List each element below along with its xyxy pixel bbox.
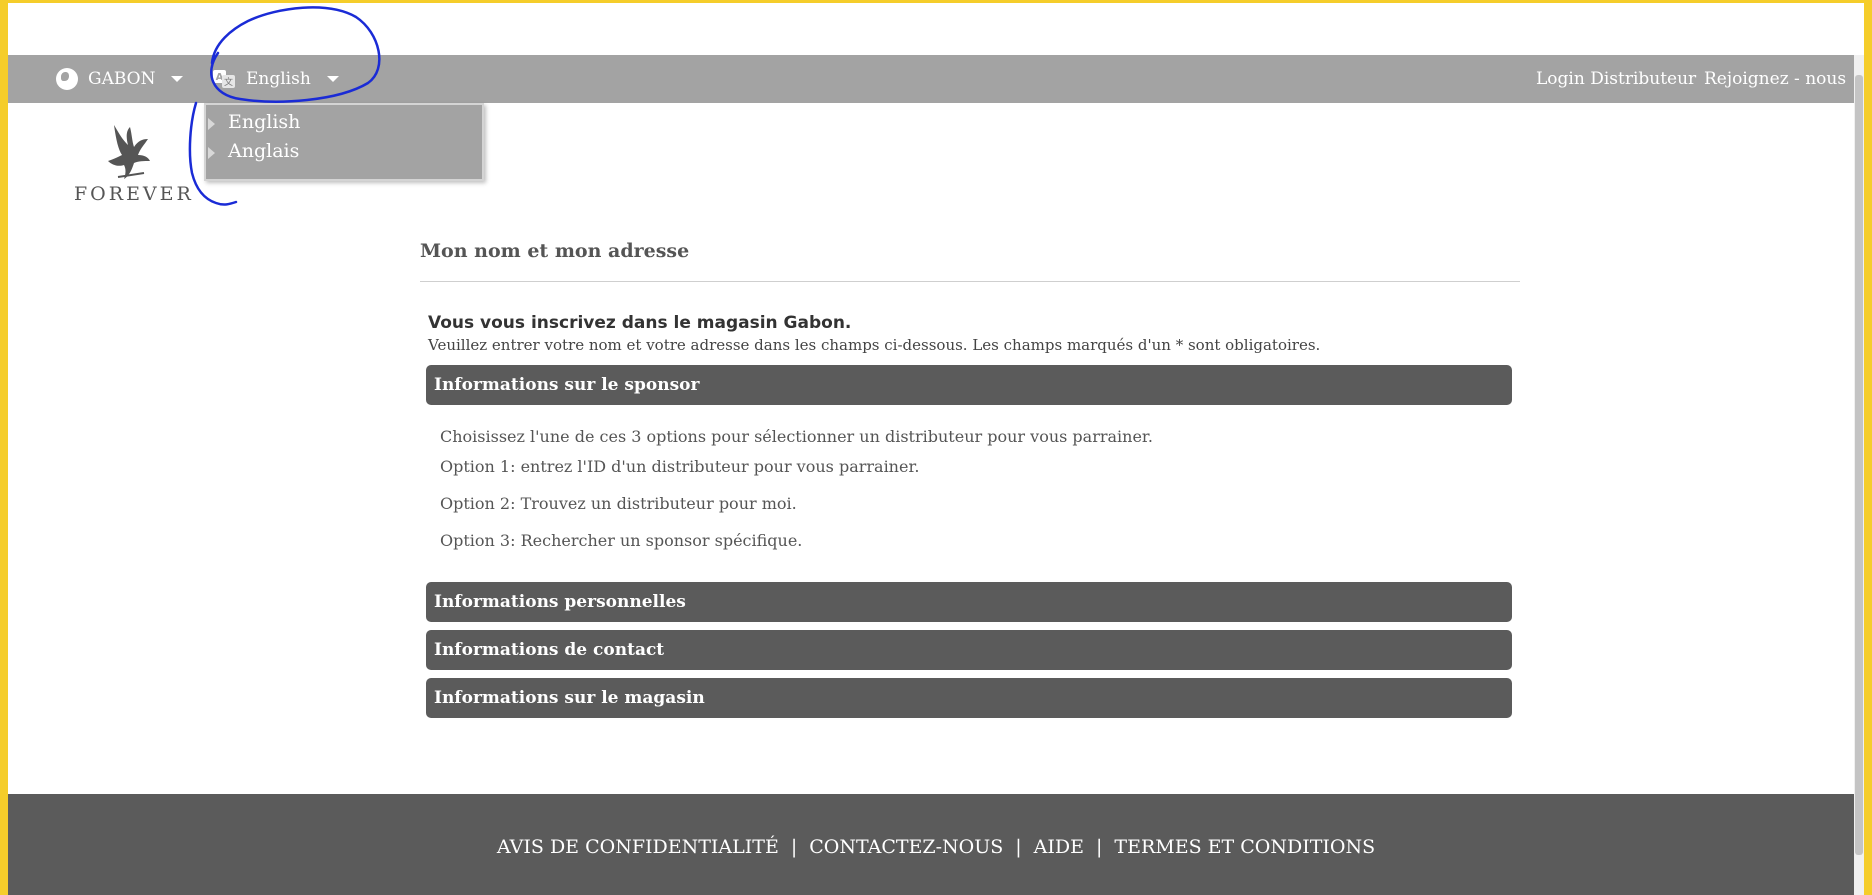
svg-text:文: 文	[224, 76, 233, 88]
accordion-title: Informations sur le sponsor	[434, 375, 700, 395]
bullet-arrow-icon	[208, 118, 215, 130]
accordion-personal-info[interactable]: Informations personnelles	[426, 582, 1512, 622]
language-dropdown: English Anglais	[204, 103, 484, 181]
language-label: English	[246, 69, 311, 89]
chevron-down-icon	[326, 76, 339, 82]
join-us-link[interactable]: Rejoignez - nous	[1704, 55, 1846, 103]
intro-heading: Vous vous inscrivez dans le magasin Gabo…	[428, 313, 852, 333]
sponsor-option-2[interactable]: Option 2: Trouvez un distributeur pour m…	[440, 494, 797, 513]
intro-text: Veuillez entrer votre nom et votre adres…	[428, 336, 1321, 354]
language-icon: A 文	[212, 68, 236, 90]
scrollbar[interactable]	[1854, 55, 1864, 895]
terms-link[interactable]: TERMES ET CONDITIONS	[1114, 836, 1375, 858]
accordion-title: Informations sur le magasin	[434, 688, 705, 708]
logo-text: FOREVER	[74, 183, 194, 205]
help-link[interactable]: AIDE	[1034, 836, 1084, 858]
language-selector[interactable]: A 文 English	[212, 55, 339, 103]
sponsor-option-3[interactable]: Option 3: Rechercher un sponsor spécifiq…	[440, 531, 802, 550]
footer: AVIS DE CONFIDENTIALITÉ | CONTACTEZ-NOUS | A…	[8, 794, 1864, 895]
accordion-store-info[interactable]: Informations sur le magasin	[426, 678, 1512, 718]
sponsor-option-1[interactable]: Option 1: entrez l'ID d'un distributeur …	[440, 457, 919, 476]
language-option-english[interactable]: English	[208, 111, 301, 133]
privacy-notice-link[interactable]: AVIS DE CONFIDENTIALITÉ	[497, 836, 779, 858]
footer-links: AVIS DE CONFIDENTIALITÉ | CONTACTEZ-NOUS | A…	[8, 836, 1864, 858]
page: GABON A 文 English Login Distributeur Rej…	[8, 3, 1864, 895]
footer-separator: |	[790, 836, 798, 858]
accordion-contact-info[interactable]: Informations de contact	[426, 630, 1512, 670]
page-title: Mon nom et mon adresse	[420, 240, 690, 262]
top-bar: GABON A 文 English Login Distributeur Rej…	[8, 55, 1864, 103]
sponsor-instruction: Choisissez l'une de ces 3 options pour s…	[440, 427, 1153, 446]
footer-separator: |	[1096, 836, 1103, 858]
language-option-anglais[interactable]: Anglais	[208, 140, 300, 162]
accordion-title: Informations personnelles	[434, 592, 686, 612]
country-selector[interactable]: GABON	[56, 55, 184, 103]
eagle-icon	[108, 125, 150, 179]
divider	[420, 281, 1520, 282]
contact-us-link[interactable]: CONTACTEZ-NOUS	[809, 836, 1003, 858]
footer-separator: |	[1015, 836, 1022, 858]
country-label: GABON	[88, 69, 156, 89]
login-distributor-link[interactable]: Login Distributeur	[1536, 55, 1696, 103]
language-option-label: English	[228, 111, 301, 133]
globe-icon	[56, 68, 78, 90]
chevron-down-icon	[171, 76, 184, 82]
language-option-label: Anglais	[228, 140, 300, 162]
bullet-arrow-icon	[208, 147, 215, 159]
accordion-title: Informations de contact	[434, 640, 665, 660]
scrollbar-thumb[interactable]	[1855, 75, 1863, 855]
forever-logo[interactable]: FOREVER	[74, 121, 194, 211]
accordion-sponsor[interactable]: Informations sur le sponsor	[426, 365, 1512, 405]
